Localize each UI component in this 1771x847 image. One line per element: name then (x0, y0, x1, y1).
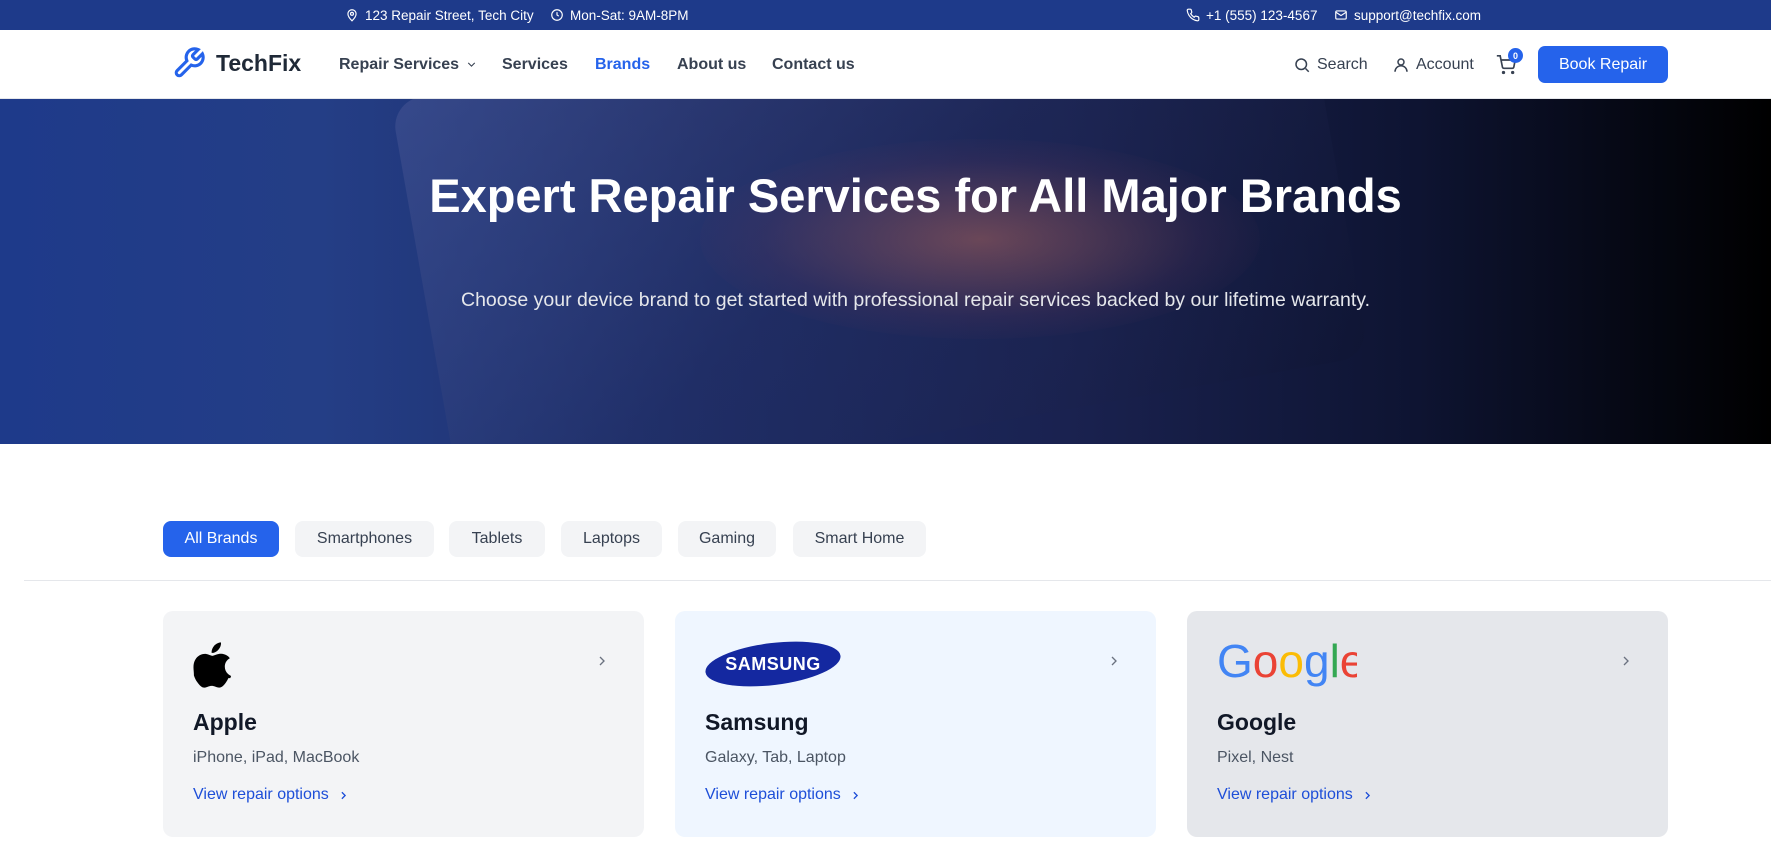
phone-link[interactable]: +1 (555) 123-4567 (1186, 0, 1317, 30)
nav-brands-label: Brands (595, 55, 651, 73)
nav-services-label: Services (502, 55, 568, 73)
phone-icon (1186, 8, 1200, 22)
chevron-right-icon (1623, 656, 1629, 666)
main-navigation: TechFix Repair Services Services Brands … (0, 30, 1771, 99)
brand-name-samsung: Samsung (705, 709, 809, 735)
map-pin-icon (347, 9, 357, 22)
chevron-right-icon (341, 791, 346, 799)
clock-icon (551, 9, 563, 21)
chevron-right-icon (599, 656, 605, 666)
view-repair-options-label: View repair options (1217, 786, 1353, 803)
view-repair-options-google[interactable]: View repair options (1217, 786, 1374, 804)
email-link[interactable]: support@techfix.com (1334, 0, 1481, 30)
book-repair-button[interactable]: Book Repair (1538, 46, 1668, 83)
brand-name-apple: Apple (193, 709, 257, 735)
view-repair-options-label: View repair options (705, 786, 841, 803)
address-text: 123 Repair Street, Tech City (365, 7, 534, 23)
search-icon (1295, 57, 1310, 72)
search-button[interactable]: Search (1293, 30, 1368, 99)
nav-about-us[interactable]: About us (677, 30, 746, 99)
apple-logo (193, 641, 233, 694)
phone-text: +1 (555) 123-4567 (1206, 7, 1318, 23)
wrench-icon (174, 47, 205, 78)
brand-name: TechFix (216, 49, 302, 76)
mail-icon (1335, 10, 1347, 20)
google-logo: Google (1217, 635, 1365, 694)
google-logo-text: Google (1217, 635, 1357, 687)
address-info: 123 Repair Street, Tech City (345, 0, 534, 30)
hours-info: Mon-Sat: 9AM-8PM (550, 0, 689, 30)
nav-repair-services-label: Repair Services (339, 55, 460, 73)
samsung-logo: SAMSUNG (705, 640, 841, 693)
tab-gaming[interactable]: Gaming (678, 521, 776, 557)
chevron-right-icon (1111, 656, 1117, 666)
top-info-bar: 123 Repair Street, Tech City Mon-Sat: 9A… (0, 0, 1771, 30)
chevron-right-icon (1365, 791, 1370, 799)
cart-button[interactable]: 0 (1496, 48, 1523, 76)
email-text: support@techfix.com (1354, 7, 1482, 23)
tab-tablets[interactable]: Tablets (449, 521, 545, 557)
cart-count-badge: 0 (1508, 48, 1523, 63)
section-divider (24, 580, 1771, 581)
nav-contact-us-label: Contact us (772, 55, 855, 73)
nav-repair-services[interactable]: Repair Services (339, 30, 478, 99)
brand-card-google[interactable]: Google Google Pixel, Nest View repair op… (1187, 611, 1668, 837)
nav-services[interactable]: Services (502, 30, 568, 99)
brand-logo[interactable]: TechFix (172, 46, 301, 80)
account-label: Account (1416, 55, 1474, 73)
tab-laptops[interactable]: Laptops (561, 521, 662, 557)
chevron-down-icon (467, 62, 476, 67)
search-label: Search (1317, 55, 1368, 73)
nav-contact-us[interactable]: Contact us (772, 30, 855, 99)
nav-about-us-label: About us (677, 55, 747, 73)
brand-name-google: Google (1217, 709, 1297, 735)
brand-card-samsung[interactable]: SAMSUNG Samsung Galaxy, Tab, Laptop View… (675, 611, 1156, 837)
hero-banner: Expert Repair Services for All Major Bra… (0, 99, 1771, 444)
hours-text: Mon-Sat: 9AM-8PM (570, 7, 689, 23)
hero-title: Expert Repair Services for All Major Bra… (429, 169, 1402, 222)
tab-smartphones[interactable]: Smartphones (295, 521, 434, 557)
user-icon (1394, 57, 1408, 72)
brand-devices-google: Pixel, Nest (1217, 749, 1294, 766)
samsung-logo-text: SAMSUNG (725, 654, 821, 674)
brand-card-apple[interactable]: Apple iPhone, iPad, MacBook View repair … (163, 611, 644, 837)
tab-smart-home[interactable]: Smart Home (793, 521, 926, 557)
nav-brands[interactable]: Brands (595, 30, 650, 99)
view-repair-options-samsung[interactable]: View repair options (705, 786, 862, 804)
account-button[interactable]: Account (1392, 30, 1474, 99)
view-repair-options-label: View repair options (193, 786, 329, 803)
brand-devices-apple: iPhone, iPad, MacBook (193, 749, 360, 766)
brand-devices-samsung: Galaxy, Tab, Laptop (705, 749, 846, 766)
chevron-right-icon (853, 791, 858, 799)
tab-all-brands[interactable]: All Brands (163, 521, 279, 557)
view-repair-options-apple[interactable]: View repair options (193, 786, 350, 804)
hero-subtitle: Choose your device brand to get started … (461, 289, 1370, 311)
